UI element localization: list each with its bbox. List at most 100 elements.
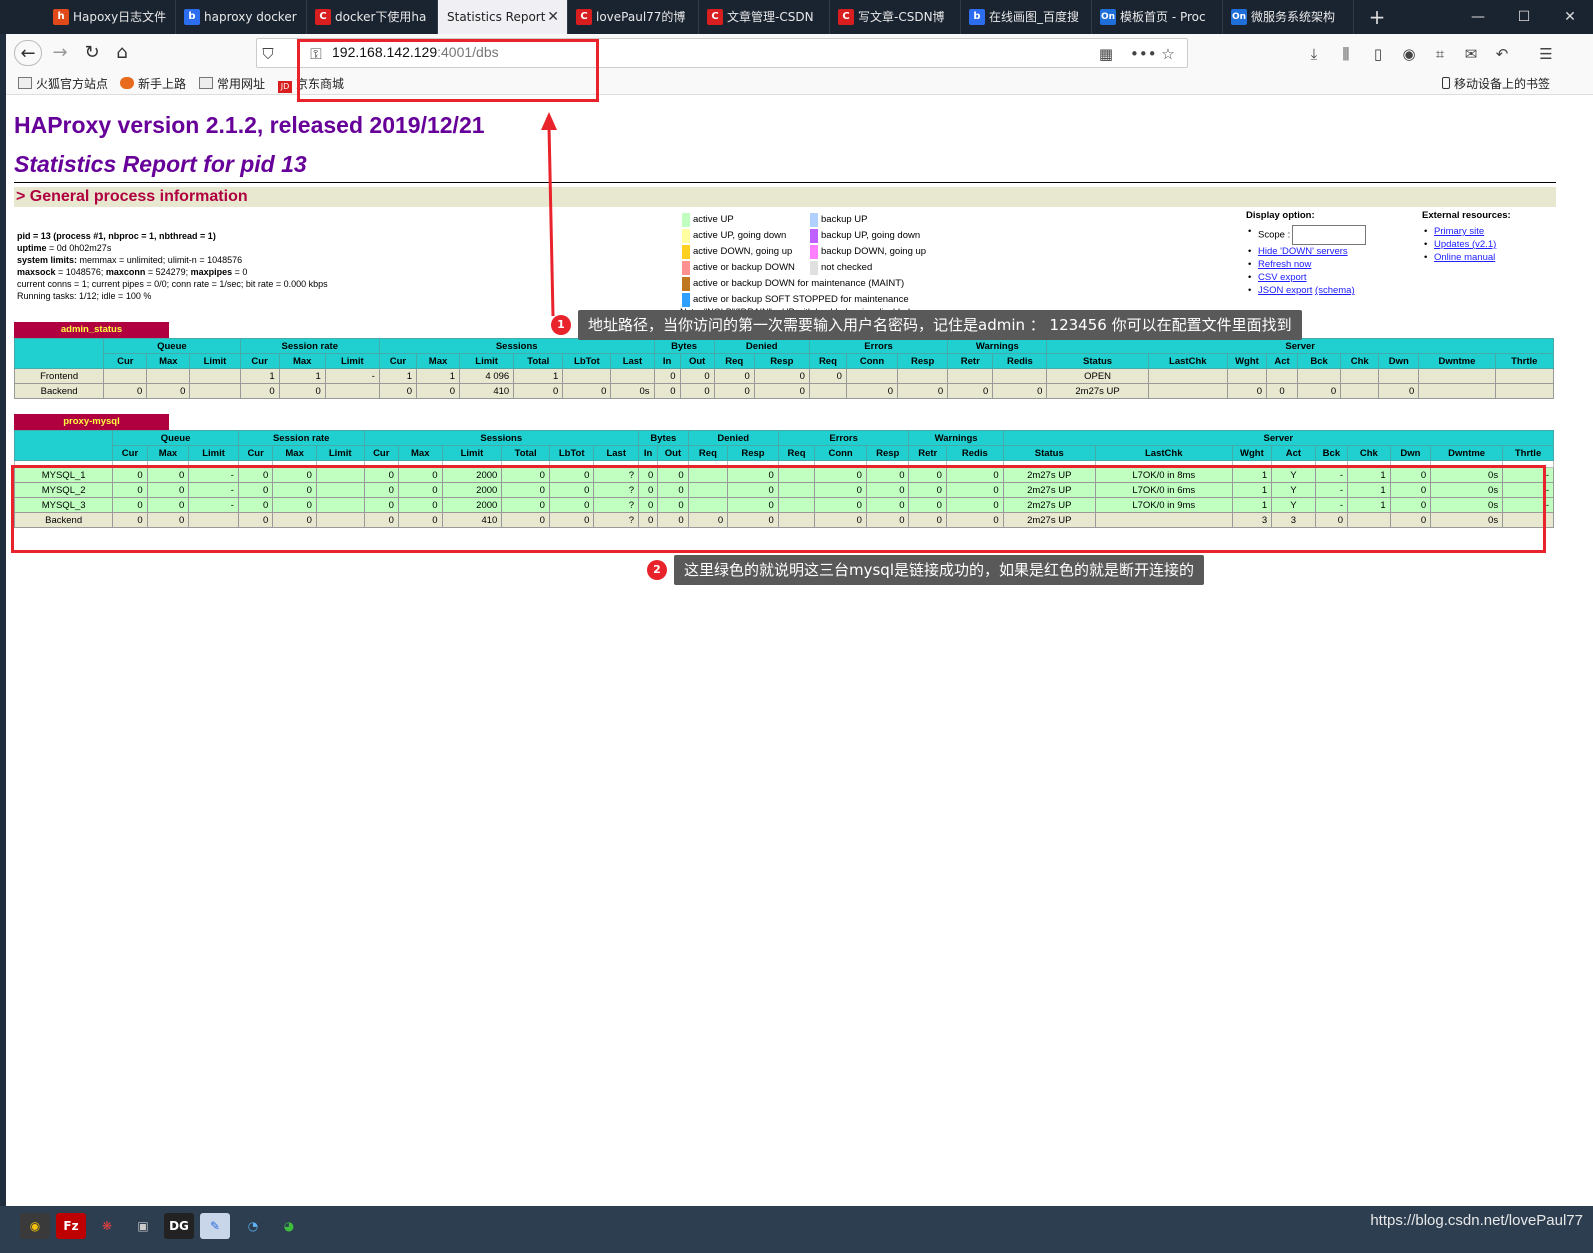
csv-export-link[interactable]: CSV export bbox=[1258, 272, 1307, 283]
table-cell bbox=[1147, 368, 1228, 384]
column-header: Max bbox=[278, 353, 326, 369]
column-header: Act bbox=[1265, 353, 1299, 369]
tab-2[interactable]: Cdocker下使用ha bbox=[307, 0, 438, 34]
page-title: HAProxy version 2.1.2, released 2019/12/… bbox=[14, 112, 485, 138]
json-export-link[interactable]: JSON export bbox=[1258, 285, 1312, 296]
row-name-cell: Frontend bbox=[13, 368, 105, 384]
schema-link[interactable]: (schema) bbox=[1315, 285, 1355, 296]
legend-label: backup UP bbox=[821, 214, 868, 225]
new-tab-icon[interactable]: + bbox=[1354, 0, 1400, 34]
legend-label: active DOWN, going up bbox=[693, 246, 793, 257]
menu-icon[interactable]: ☰ bbox=[1536, 44, 1556, 64]
scope-input[interactable] bbox=[1292, 225, 1367, 245]
app-icon[interactable]: ◉ bbox=[20, 1213, 50, 1239]
table-cell: 0s bbox=[610, 383, 655, 399]
column-header: Dwntme bbox=[1418, 353, 1496, 369]
refresh-now-link[interactable]: Refresh now bbox=[1258, 259, 1311, 270]
column-header: Cur bbox=[103, 353, 148, 369]
filezilla-icon[interactable]: Fz bbox=[56, 1213, 86, 1239]
external-resources: External resources: Primary site Updates… bbox=[1422, 210, 1511, 264]
datagrip-icon[interactable]: DG bbox=[164, 1213, 194, 1239]
column-header: Retr bbox=[908, 445, 947, 461]
reload-icon[interactable]: ↻ bbox=[78, 40, 106, 66]
column-header: Thrtle bbox=[1494, 353, 1555, 369]
screenshot-icon[interactable]: ⌗ bbox=[1430, 44, 1450, 64]
app-icon[interactable]: ▣ bbox=[128, 1213, 158, 1239]
library-icon[interactable]: ⫼ bbox=[1336, 44, 1356, 64]
updates-link[interactable]: Updates (v2.1) bbox=[1434, 239, 1496, 250]
tab-8[interactable]: On 模板首页 - Proc bbox=[1092, 0, 1223, 34]
group-header: Sessions bbox=[378, 338, 655, 354]
page-content: HAProxy version 2.1.2, released 2019/12/… bbox=[6, 96, 1558, 1206]
online-manual-link[interactable]: Online manual bbox=[1434, 252, 1495, 263]
tab-9[interactable]: On 微服务系统架构 bbox=[1223, 0, 1354, 34]
account-icon[interactable]: ◉ bbox=[1399, 44, 1419, 64]
wechat-icon[interactable]: ◕ bbox=[274, 1213, 304, 1239]
download-icon[interactable]: ⤓ bbox=[1304, 44, 1324, 64]
more-actions-icon[interactable]: ••• bbox=[1130, 44, 1157, 64]
tab-close-icon[interactable]: ✕ bbox=[547, 0, 559, 34]
app-icon[interactable]: ✎ bbox=[200, 1213, 230, 1239]
column-header: Req bbox=[713, 353, 755, 369]
tab-6[interactable]: C 写文章-CSDN博 bbox=[830, 0, 961, 34]
home-icon[interactable]: ⌂ bbox=[108, 40, 136, 66]
legend-label: backup DOWN, going up bbox=[821, 246, 927, 257]
app-icon[interactable]: ❋ bbox=[92, 1213, 122, 1239]
table-cell: 0 bbox=[713, 368, 755, 384]
bookmark-item[interactable]: 新手上路 bbox=[120, 75, 186, 92]
hide-down-link[interactable]: Hide 'DOWN' servers bbox=[1258, 246, 1348, 257]
tab-4[interactable]: ClovePaul77的博 bbox=[568, 0, 699, 34]
bookmark-star-icon[interactable]: ☆ bbox=[1158, 44, 1178, 64]
chat-icon[interactable]: ✉ bbox=[1461, 44, 1481, 64]
column-header: Total bbox=[513, 353, 564, 369]
tab-3-active[interactable]: Statistics Report ✕ bbox=[438, 0, 568, 34]
mobile-bookmarks[interactable]: 移动设备上的书签 bbox=[1442, 75, 1550, 92]
maximize-icon[interactable]: ☐ bbox=[1501, 0, 1547, 34]
minimize-icon[interactable]: — bbox=[1455, 0, 1501, 34]
group-header: Server bbox=[1002, 430, 1555, 446]
processon-icon: On bbox=[1100, 9, 1116, 25]
qr-code-icon[interactable]: ▦ bbox=[1096, 44, 1116, 64]
column-header: Limit bbox=[324, 353, 380, 369]
close-window-icon[interactable]: ✕ bbox=[1547, 0, 1593, 34]
tab-0[interactable]: h Hapoxy日志文件 bbox=[45, 0, 176, 34]
group-header: Bytes bbox=[638, 430, 689, 446]
chat-app-icon[interactable]: ◔ bbox=[238, 1213, 268, 1239]
primary-site-link[interactable]: Primary site bbox=[1434, 226, 1484, 237]
table-cell: 0 bbox=[947, 383, 994, 399]
group-header: Errors bbox=[808, 338, 949, 354]
tab-7[interactable]: b 在线画图_百度搜 bbox=[961, 0, 1092, 34]
table-row[interactable]: Frontend 1 1-1 1 4 096 1 0 0 0 0 0 OPEN bbox=[13, 368, 1555, 384]
tab-bar: h Hapoxy日志文件 b haproxy docker Cdocker下使用ha… bbox=[0, 0, 1593, 34]
csdn-icon: C bbox=[707, 9, 723, 25]
table-cell: 2m27s UP bbox=[1046, 383, 1149, 399]
column-header: Req bbox=[777, 445, 816, 461]
navigation-bar: ← → ↻ ⌂ ⛉ ⚿ 192.168.142.129:4001/dbs ▦ •… bbox=[6, 34, 1593, 72]
table-cell: 0 bbox=[103, 383, 148, 399]
annotation-callout-1: 地址路径，当你访问的第一次需要输入用户名密码，记住是admin ： 123456… bbox=[578, 310, 1302, 340]
back-icon[interactable]: ← bbox=[14, 40, 42, 66]
sidebar-icon[interactable]: ▯ bbox=[1368, 44, 1388, 64]
tab-5[interactable]: C 文章管理-CSDN bbox=[699, 0, 830, 34]
table-cell: 0 bbox=[992, 383, 1048, 399]
legend-label: active UP, going down bbox=[693, 230, 787, 241]
undo-icon[interactable]: ↶ bbox=[1492, 44, 1512, 64]
table-cell bbox=[189, 383, 241, 399]
watermark: https://blog.csdn.net/lovePaul77 bbox=[1370, 1212, 1583, 1229]
column-header: In bbox=[638, 445, 659, 461]
column-header: Status bbox=[1046, 353, 1149, 369]
bookmark-item[interactable]: 火狐官方站点 bbox=[18, 75, 108, 92]
tab-1[interactable]: b haproxy docker bbox=[176, 0, 307, 34]
mobile-bookmarks-label: 移动设备上的书签 bbox=[1454, 77, 1551, 91]
table-cell: 0 bbox=[679, 368, 715, 384]
table-row[interactable]: Backend 0 0 0 0 0 0 410 0 0 0s 0 0 0 0 0 0 0 0 2m27s UP 0 0 0 0 bbox=[13, 383, 1555, 399]
bookmark-label: 新手上路 bbox=[138, 77, 187, 91]
legend-label: active or backup SOFT STOPPED for mainte… bbox=[693, 294, 909, 305]
bookmark-item[interactable]: 常用网址 bbox=[199, 75, 265, 92]
column-header: LbTot bbox=[548, 445, 595, 461]
tab-label: lovePaul77的博 bbox=[596, 10, 686, 24]
shield-icon[interactable]: ⛉ bbox=[258, 44, 278, 64]
legend-swatch bbox=[682, 261, 690, 275]
forward-icon[interactable]: → bbox=[46, 40, 74, 66]
column-header: Max bbox=[146, 353, 191, 369]
